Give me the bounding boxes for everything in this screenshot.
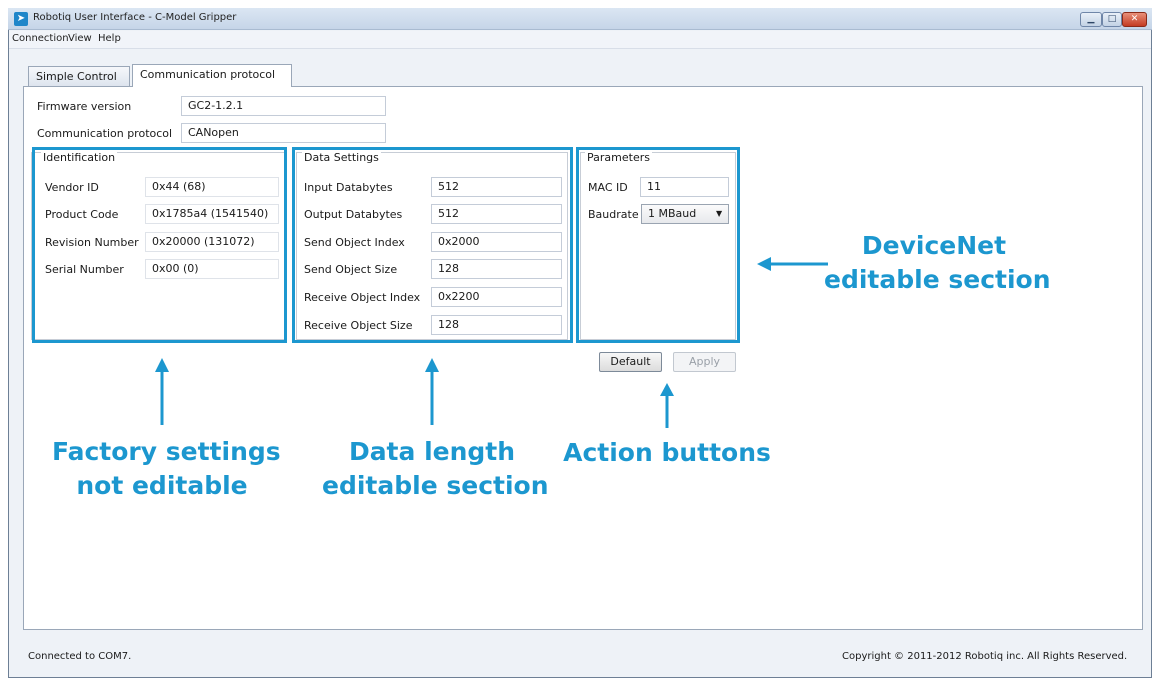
connection-status: Connected to COM7. [28, 651, 132, 662]
annotation-devicenet-line1: DeviceNet [861, 231, 1007, 260]
annotation-data-line1: Data length [348, 437, 516, 466]
copyright-text: Copyright © 2011-2012 Robotiq inc. All R… [842, 651, 1128, 662]
annotation-factory-line1: Factory settings [52, 437, 281, 466]
annotation-action-buttons: Action buttons [563, 438, 771, 467]
arrow-left-icon [757, 257, 771, 271]
tab-communication-protocol[interactable]: Communication protocol [132, 64, 292, 87]
annotation-data-line2: editable section [322, 471, 549, 500]
arrow-up-icon [155, 358, 169, 372]
annotation-arrows [155, 257, 828, 428]
arrow-up-icon [660, 383, 674, 396]
arrow-up-icon [425, 358, 439, 372]
annotation-factory-line2: not editable [76, 471, 248, 500]
annotation-devicenet-line2: editable section [824, 265, 1051, 294]
